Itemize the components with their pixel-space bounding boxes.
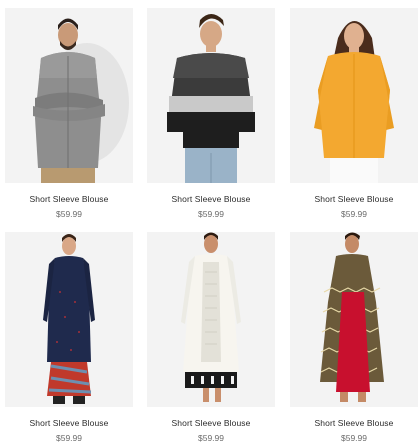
product-card[interactable]: Short Sleeve Blouse $59.99 [290,232,418,444]
product-price: $59.99 [198,433,224,443]
product-price: $59.99 [198,209,224,219]
product-name[interactable]: Short Sleeve Blouse [290,194,418,204]
product-card[interactable]: Short Sleeve Blouse $59.99 [5,232,133,444]
man-grey-shirt-photo[interactable] [5,8,133,183]
product-card[interactable]: Short Sleeve Blouse $59.99 [290,8,418,220]
product-price: $59.99 [341,209,367,219]
woman-white-kurta-photo[interactable] [147,232,275,407]
product-card[interactable]: Short Sleeve Blouse $59.99 [147,8,275,220]
man-striped-sweater-photo[interactable] [147,8,275,183]
product-name[interactable]: Short Sleeve Blouse [147,418,275,428]
woman-printed-kurta-photo[interactable] [290,232,418,407]
product-card[interactable]: Short Sleeve Blouse $59.99 [5,8,133,220]
product-price: $59.99 [56,209,82,219]
product-name[interactable]: Short Sleeve Blouse [5,418,133,428]
product-price: $59.99 [341,433,367,443]
woman-navy-kurta-photo[interactable] [5,232,133,407]
product-name[interactable]: Short Sleeve Blouse [147,194,275,204]
product-name[interactable]: Short Sleeve Blouse [290,418,418,428]
product-name[interactable]: Short Sleeve Blouse [5,194,133,204]
woman-yellow-top-photo[interactable] [290,8,418,183]
product-price: $59.99 [56,433,82,443]
product-card[interactable]: Short Sleeve Blouse $59.99 [147,232,275,444]
